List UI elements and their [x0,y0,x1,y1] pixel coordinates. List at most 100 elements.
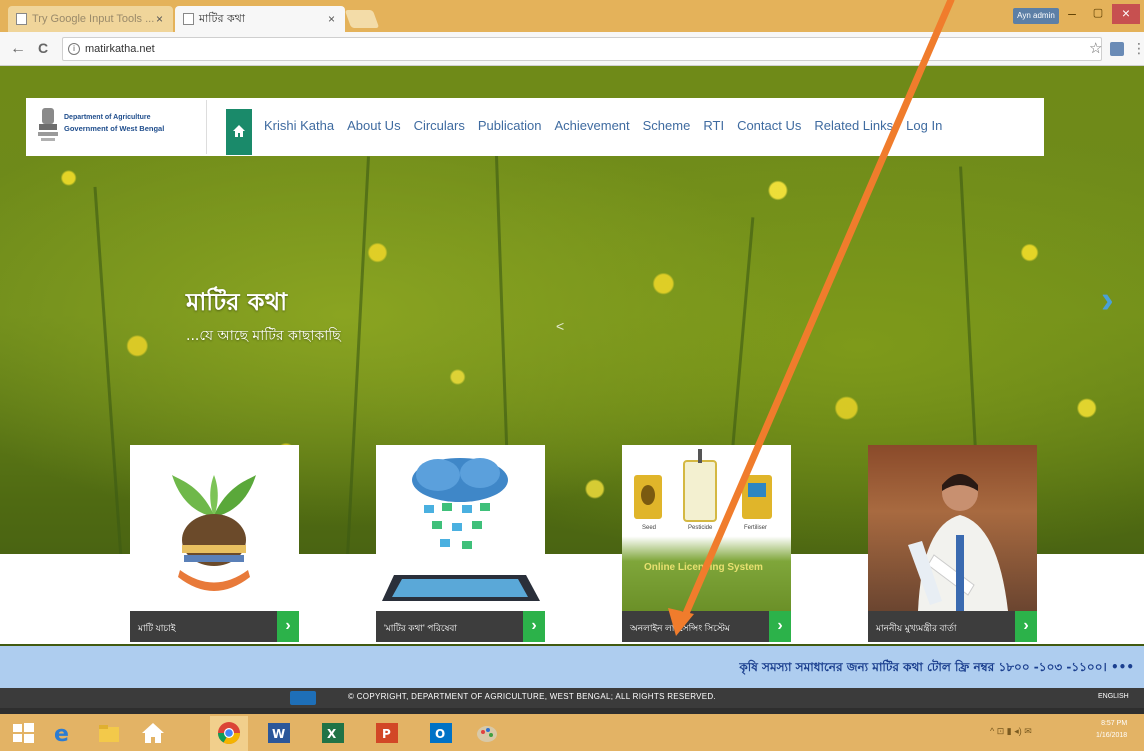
chrome-icon[interactable] [216,720,242,746]
menu-item-related-links[interactable]: Related Links [814,118,893,133]
fertiliser-text: Fertiliser [744,525,768,531]
emblem-icon [38,108,58,141]
home-app-icon[interactable] [140,720,166,746]
card-matir-katha-service[interactable]: 'মাটির কথা' পরিষেবা › [376,445,545,644]
page-viewport: Department of Agriculture Government of … [0,66,1144,688]
card-online-licensing[interactable]: Seed Pesticide Fertiliser Online Licensi… [622,445,791,644]
online-licensing-text: Online Licensing System [644,562,763,573]
internet-explorer-icon[interactable]: e [50,720,76,746]
page-icon [183,13,194,25]
file-explorer-icon[interactable] [96,720,122,746]
card-label: 'মাটির কথা' পরিষেবা [384,623,458,633]
excel-icon[interactable]: X [320,720,346,746]
card-image [130,445,299,611]
menu-item-achievement[interactable]: Achievement [554,118,629,133]
tab-close-icon[interactable]: × [328,6,335,32]
windows-taskbar: e W X P O ^ ⊡ ▮ ◂) ✉ 8:57 PM 1/16/2018 [0,714,1144,751]
menu-item-about-us[interactable]: About Us [347,118,400,133]
menu-item-publication[interactable]: Publication [478,118,542,133]
card-label-bar[interactable]: অনলাইন লাইসেন্সিং সিস্টেম › [622,611,791,642]
card-soil-testing[interactable]: মাটি যাচাই › [130,445,299,644]
outlook-icon[interactable]: O [428,720,454,746]
site-logo[interactable]: Department of Agriculture Government of … [32,100,207,154]
tab-close-icon[interactable]: × [156,6,163,32]
card-label: মাটি যাচাই [138,623,176,633]
pesticide-text: Pesticide [688,525,713,531]
new-tab-button[interactable] [344,10,380,28]
card-label: মাননীয় মুখ্যমন্ত্রীর বার্তা [876,623,957,633]
card-label: অনলাইন লাইসেন্সিং সিস্টেম [630,623,730,633]
bookmark-star-icon[interactable]: ☆ [1089,39,1102,57]
slider-prev-icon[interactable]: < [556,318,564,334]
chevron-right-icon[interactable]: › [769,611,791,642]
site-navbar: Department of Agriculture Government of … [26,98,1044,156]
word-icon[interactable]: W [266,720,292,746]
background-stem [345,156,370,577]
menu-item-circulars[interactable]: Circulars [414,118,465,133]
taskbar-clock[interactable]: 8:57 PM 1/16/2018 [1096,718,1127,742]
windows-start-icon[interactable] [10,720,36,746]
brand-department: Department of Agriculture [64,114,151,121]
menu-item-contact-us[interactable]: Contact Us [737,118,801,133]
chevron-right-icon[interactable]: › [523,611,545,642]
profile-button[interactable]: Ayn admin [1013,8,1059,24]
reload-icon[interactable]: C [38,40,48,56]
svg-text:O: O [435,727,445,741]
background-stem [93,186,123,567]
card-label-bar[interactable]: 'মাটির কথা' পরিষেবা › [376,611,545,642]
clock-time: 8:57 PM [1101,720,1128,727]
person-photo-icon [908,474,1008,611]
menu-item-krishi-katha[interactable]: Krishi Katha [264,118,334,133]
news-ticker: কৃষি সমস্যা সমাধানের জন্য মাটির কথা টোল … [0,646,1144,688]
home-icon [233,125,245,137]
extension-icon[interactable] [1110,42,1124,56]
browser-menu-icon[interactable]: ⋮ [1132,40,1144,57]
main-menu: Krishi Katha About Us Circulars Publicat… [264,118,942,133]
agri-inputs-icon [634,449,772,522]
slider-next-icon[interactable]: › [1101,279,1114,322]
chevron-right-icon[interactable]: › [277,611,299,642]
svg-text:X: X [327,727,337,741]
system-tray[interactable]: ^ ⊡ ▮ ◂) ✉ [990,726,1032,737]
footer-copyright: © COPYRIGHT, DEPARTMENT OF AGRICULTURE, … [348,692,717,701]
slide-subtitle: ...যে আছে মাটির কাছাকাছি [186,328,341,344]
card-label-bar[interactable]: মাননীয় মুখ্যমন্ত্রীর বার্তা › [868,611,1037,642]
svg-text:e: e [54,722,69,746]
slide-title: মাটির কথা [186,288,288,316]
language-link[interactable]: ENGLISH [1098,693,1129,700]
site-info-icon[interactable]: i [68,43,80,55]
card-image [376,445,545,611]
maximize-icon[interactable]: ▢ [1086,4,1110,24]
site-footer: © COPYRIGHT, DEPARTMENT OF AGRICULTURE, … [0,688,1144,708]
clock-date: 1/16/2018 [1096,732,1128,739]
chevron-right-icon[interactable]: › [1015,611,1037,642]
seed-text: Seed [642,525,657,531]
card-image: Seed Pesticide Fertiliser Online Licensi… [622,445,791,611]
paint-icon[interactable] [474,720,500,746]
address-bar[interactable]: i matirkatha.net [62,37,1102,61]
browser-toolbar: ← C i matirkatha.net [0,32,1144,66]
powerpoint-icon[interactable]: P [374,720,400,746]
minimize-icon[interactable]: – [1060,4,1084,24]
card-label-bar[interactable]: মাটি যাচাই › [130,611,299,642]
cloud-tablet-icon [382,458,540,601]
card-image [868,445,1037,611]
browser-tab-google-input-tools[interactable]: Try Google Input Tools ... × [8,6,173,32]
plant-in-hand-icon [172,475,256,591]
page-icon [16,13,27,25]
ticker-text[interactable]: কৃষি সমস্যা সমাধানের জন্য মাটির কথা টোল … [739,659,1134,679]
card-chief-minister-message[interactable]: মাননীয় মুখ্যমন্ত্রীর বার্তা › [868,445,1037,644]
menu-item-rti[interactable]: RTI [703,118,724,133]
url-text: matirkatha.net [85,43,155,55]
tab-title: Try Google Input Tools ... [32,13,155,25]
brand-government: Government of West Bengal [64,124,165,133]
browser-tab-matir-katha[interactable]: মাটির কথা × [175,6,345,32]
menu-item-scheme[interactable]: Scheme [643,118,691,133]
svg-text:W: W [272,727,285,741]
svg-text:P: P [382,727,391,741]
back-icon[interactable]: ← [10,40,26,58]
close-window-icon[interactable]: × [1112,4,1140,24]
home-button[interactable] [226,109,252,155]
menu-item-log-in[interactable]: Log In [906,118,942,133]
browser-title-bar: Try Google Input Tools ... × মাটির কথা ×… [0,0,1144,32]
